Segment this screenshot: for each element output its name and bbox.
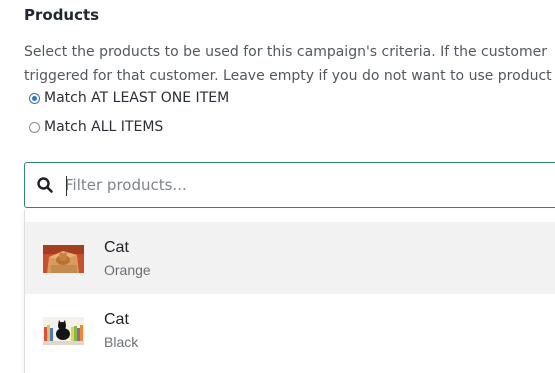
- product-variant: Orange: [104, 262, 151, 278]
- section-title: Products: [24, 6, 100, 24]
- black-cat-thumbnail-image: [43, 317, 84, 345]
- text-caret: [66, 176, 67, 196]
- product-variant: Black: [104, 334, 139, 350]
- products-panel: Products Select the products to be used …: [0, 0, 555, 373]
- orange-cat-thumbnail-image: [43, 245, 84, 273]
- section-description: Select the products to be used for this …: [24, 40, 555, 88]
- search-icon: [36, 176, 54, 194]
- match-at-least-one-option[interactable]: Match AT LEAST ONE ITEM: [29, 88, 229, 108]
- product-dropdown-list: Cat Orange Cat Black: [24, 210, 555, 373]
- match-all-items-label: Match ALL ITEMS: [44, 119, 164, 135]
- product-name: Cat: [104, 239, 129, 256]
- match-at-least-one-label: Match AT LEAST ONE ITEM: [44, 90, 230, 106]
- filter-products-input[interactable]: [65, 172, 555, 198]
- radio-button-checked[interactable]: [29, 92, 40, 104]
- product-option-cat-black[interactable]: Cat Black: [25, 294, 555, 366]
- radio-button-unchecked[interactable]: [29, 121, 40, 133]
- product-filter-box[interactable]: [24, 162, 555, 208]
- product-name: Cat: [104, 311, 129, 328]
- description-line-2: triggered for that customer. Leave empty…: [24, 68, 552, 84]
- description-line-1: Select the products to be used for this …: [24, 44, 547, 60]
- match-all-items-option[interactable]: Match ALL ITEMS: [29, 117, 163, 137]
- product-option-cat-orange[interactable]: Cat Orange: [25, 222, 555, 294]
